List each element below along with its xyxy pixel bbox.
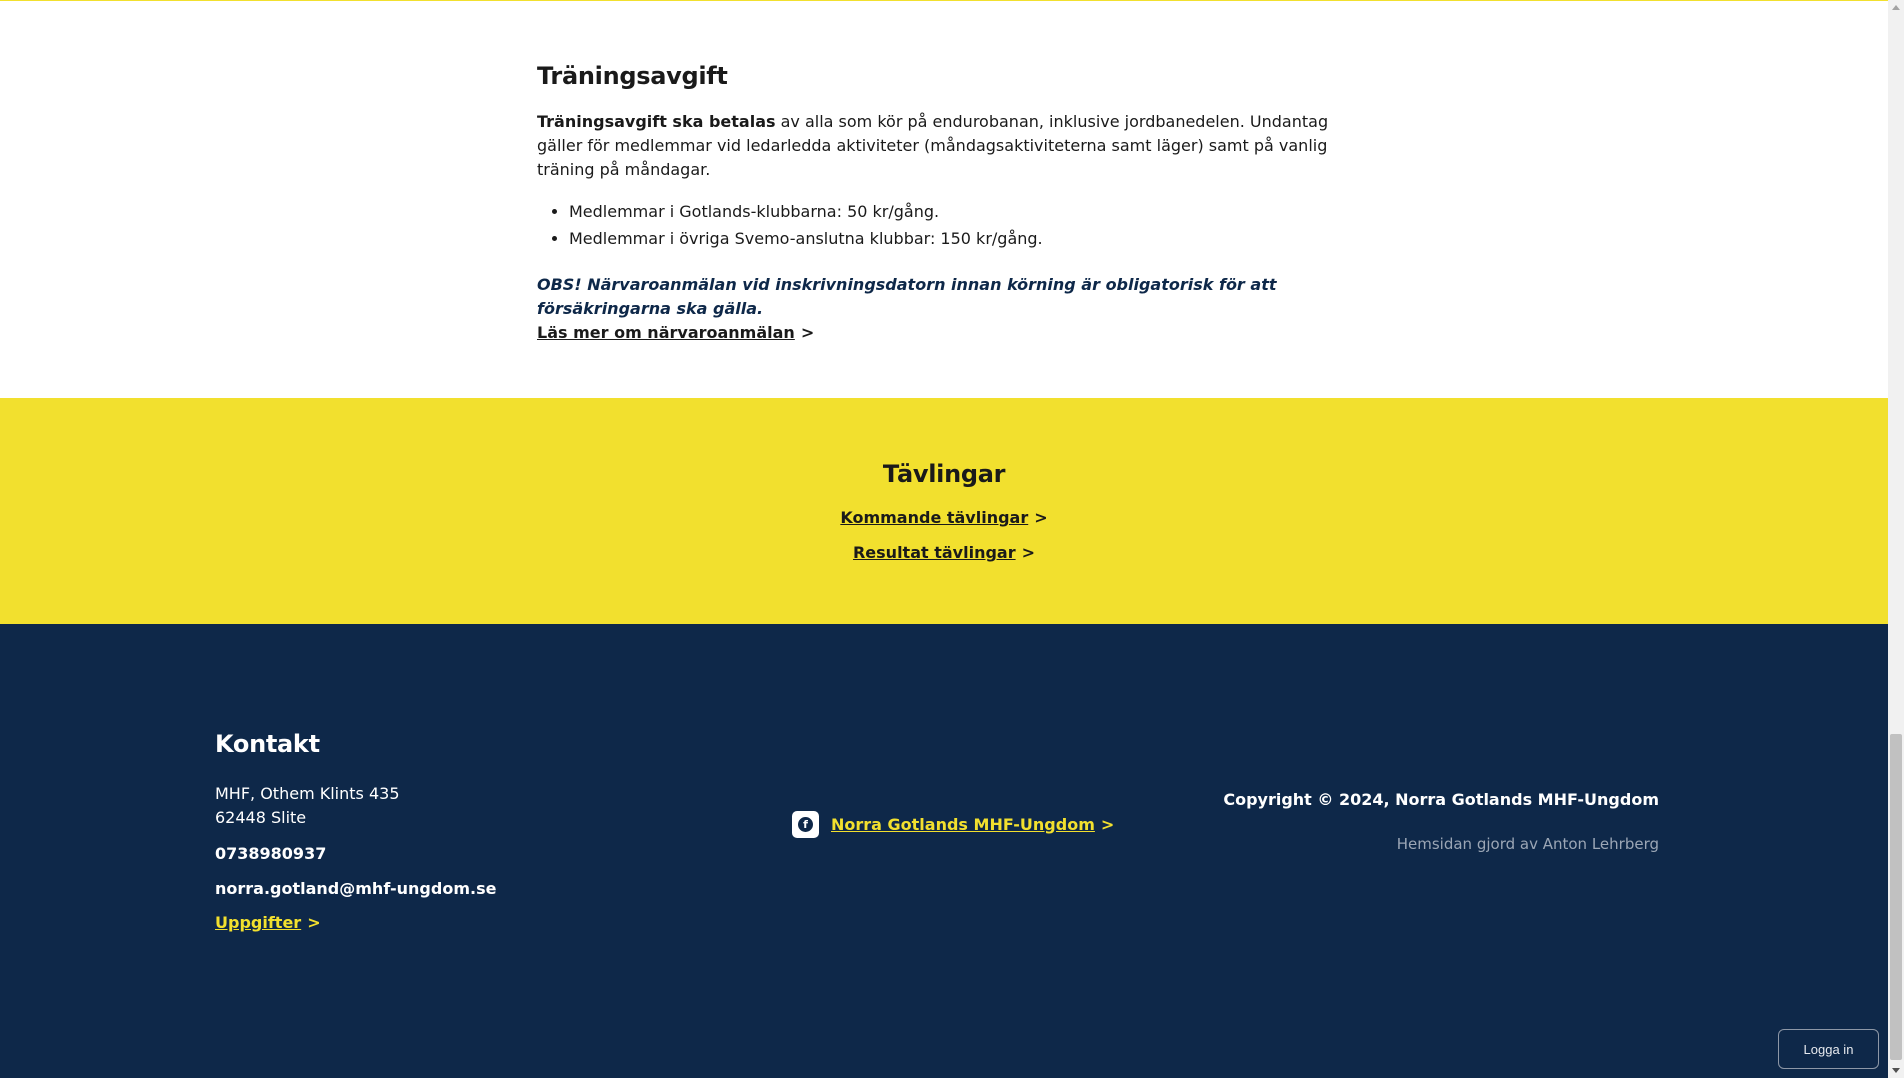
address-line-2: 62448 Slite (215, 808, 307, 827)
training-fee-section: Träningsavgift Träningsavgift ska betala… (537, 62, 1337, 345)
contact-title: Kontakt (215, 730, 320, 758)
results-row: Resultat tävlingar > (0, 541, 1888, 564)
training-fee-intro-bold: Träningsavgift ska betalas (537, 112, 776, 131)
details-row: Uppgifter > (215, 913, 595, 932)
training-fee-intro: Träningsavgift ska betalas av alla som k… (537, 110, 1337, 182)
facebook-row: f Norra Gotlands MHF-Ungdom > (792, 810, 1114, 838)
contact-email: norra.gotland@mhf-ungdom.se (215, 879, 497, 898)
contact-block: Kontakt MHF, Othem Klints 435 62448 Slit… (215, 730, 595, 932)
read-more-row: Läs mer om närvaroanmälan > (537, 321, 1337, 345)
facebook-arrow: > (1100, 814, 1115, 834)
address-line-1: MHF, Othem Klints 435 (215, 784, 400, 803)
facebook-link[interactable]: Norra Gotlands MHF-Ungdom (831, 815, 1095, 834)
upcoming-arrow: > (1034, 508, 1048, 527)
obs-notice: OBS! Närvaroanmälan vid inskrivningsdato… (537, 275, 1277, 318)
scroll-down-arrow-icon[interactable] (1892, 1068, 1900, 1073)
upcoming-row: Kommande tävlingar > (0, 506, 1888, 529)
upcoming-competitions-link[interactable]: Kommande tävlingar (840, 508, 1028, 527)
fee-item-gotland: Medlemmar i Gotlands-klubbarna: 50 kr/gå… (569, 198, 1337, 225)
login-button[interactable]: Logga in (1778, 1029, 1879, 1069)
read-more-arrow: > (800, 323, 815, 342)
scrollbar-thumb[interactable] (1890, 734, 1902, 1060)
contact-address: MHF, Othem Klints 435 62448 Slite (215, 782, 595, 830)
competitions-section: Tävlingar Kommande tävlingar > Resultat t… (0, 398, 1888, 624)
results-arrow: > (1021, 543, 1035, 562)
page: Träningsavgift Träningsavgift ska betala… (0, 0, 1888, 1078)
scroll-up-arrow-icon[interactable] (1892, 5, 1900, 10)
scrollbar[interactable] (1888, 0, 1904, 1078)
top-divider (0, 0, 1888, 1)
details-link[interactable]: Uppgifter (215, 913, 301, 932)
contact-phone: 0738980937 (215, 844, 327, 863)
competition-results-link[interactable]: Resultat tävlingar (853, 543, 1016, 562)
fee-list: Medlemmar i Gotlands-klubbarna: 50 kr/gå… (537, 198, 1337, 252)
site-credit: Hemsidan gjord av Anton Lehrberg (1396, 835, 1659, 853)
footer-right: Copyright © 2024, Norra Gotlands MHF-Ung… (1179, 788, 1659, 855)
facebook-icon[interactable]: f (792, 810, 819, 838)
footer: Kontakt MHF, Othem Klints 435 62448 Slit… (0, 624, 1888, 1078)
competitions-title: Tävlingar (882, 460, 1006, 488)
fee-item-svemo: Medlemmar i övriga Svemo-anslutna klubba… (569, 225, 1337, 252)
training-fee-title: Träningsavgift (537, 62, 728, 90)
details-arrow: > (307, 913, 321, 932)
read-more-attendance-link[interactable]: Läs mer om närvaroanmälan (537, 323, 795, 342)
copyright: Copyright © 2024, Norra Gotlands MHF-Ung… (1223, 790, 1659, 809)
